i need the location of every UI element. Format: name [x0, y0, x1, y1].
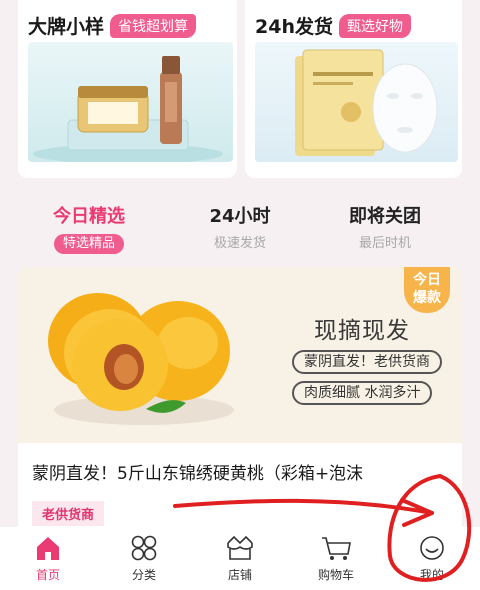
- skincare-products-image: [33, 56, 223, 162]
- nav-label: 购物车: [317, 568, 354, 582]
- tab-title: 24小时: [209, 206, 271, 227]
- promo-card-image[interactable]: [255, 42, 458, 162]
- nav-cart[interactable]: 购物车: [288, 535, 384, 583]
- tab-subtitle: 特选精品: [53, 234, 124, 254]
- face-mask-product-image: [295, 49, 438, 156]
- feature-pill: 蒙阴直发！老供货商: [292, 350, 442, 374]
- promo-card-title: 大牌小样: [28, 16, 105, 38]
- nav-label: 首页: [35, 568, 60, 582]
- product-name[interactable]: 蒙阴直发！5斤山东锦绣硬黄桃（彩箱+泡沫: [32, 459, 462, 484]
- promo-card-tag: 省钱超划算: [110, 13, 197, 38]
- category-tabs: 今日精选 特选精品 24小时 极速发货 即将关团 最后时机: [18, 204, 462, 260]
- feature-pill: 肉质细腻 水润多汁: [292, 381, 433, 405]
- tab-todays-picks[interactable]: 今日精选 特选精品: [24, 204, 154, 254]
- tab-closing-soon[interactable]: 即将关团 最后时机: [320, 204, 450, 254]
- promo-card-header: 大牌小样 省钱超划算: [28, 12, 197, 39]
- nav-label: 分类: [131, 568, 156, 582]
- nav-profile[interactable]: 我的: [384, 535, 480, 583]
- profile-icon: [420, 536, 444, 560]
- promo-card-image[interactable]: [28, 42, 233, 162]
- product-slogan: 现摘现发: [314, 318, 410, 344]
- category-icon: [131, 535, 157, 561]
- tab-subtitle: 极速发货: [213, 236, 266, 251]
- promo-card-samples[interactable]: 大牌小样 省钱超划算: [18, 0, 237, 178]
- bottom-nav: 首页 分类 店铺 购物车 我的: [0, 527, 480, 590]
- nav-label: 我的: [419, 568, 444, 582]
- promo-card-title: 24h发货: [255, 16, 333, 38]
- supplier-badge: 老供货商: [32, 501, 105, 526]
- nav-home[interactable]: 首页: [0, 535, 96, 583]
- nav-category[interactable]: 分类: [96, 535, 192, 583]
- product-card[interactable]: 今日 爆款 现摘现发 蒙阴直发！老供货商 肉质细腻 水润多汁 蒙阴直发！5斤山东…: [18, 267, 462, 527]
- shop-icon: [227, 535, 253, 560]
- product-image[interactable]: 今日 爆款 现摘现发 蒙阴直发！老供货商 肉质细腻 水润多汁: [18, 267, 462, 443]
- home-icon: [37, 537, 59, 560]
- cart-icon: [322, 537, 351, 560]
- tab-title: 今日精选: [53, 206, 125, 227]
- promo-card-tag: 甄选好物: [338, 13, 411, 38]
- tab-subtitle: 最后时机: [358, 236, 411, 251]
- tab-title: 即将关团: [349, 206, 421, 227]
- badge-line-1: 今日: [413, 272, 441, 288]
- tab-24-hours[interactable]: 24小时 极速发货: [175, 204, 305, 254]
- badge-line-2: 爆款: [413, 290, 441, 306]
- promo-card-fast-shipping[interactable]: 24h发货 甄选好物: [245, 0, 462, 178]
- nav-shop[interactable]: 店铺: [192, 535, 288, 583]
- promo-card-header: 24h发货 甄选好物: [255, 12, 411, 39]
- hot-deal-badge: 今日 爆款: [404, 267, 450, 313]
- nav-label: 店铺: [227, 568, 252, 582]
